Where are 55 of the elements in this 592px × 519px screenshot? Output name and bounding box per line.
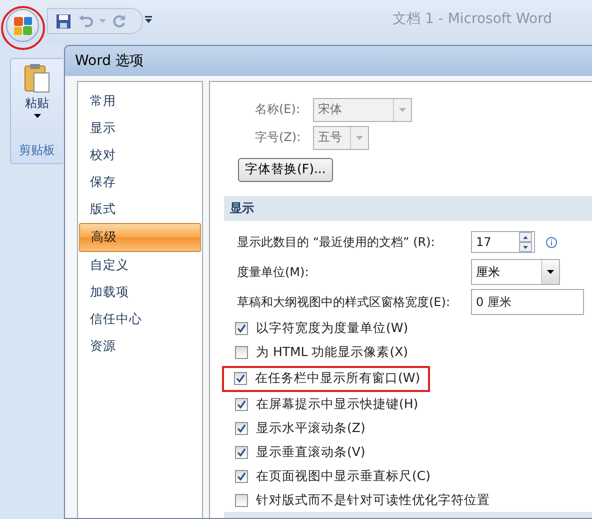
nav-item[interactable]: 加载项 — [78, 279, 202, 306]
window-title: 文档 1 - Microsoft Word — [392, 10, 553, 28]
checkbox-label: 在页面视图中显示垂直标尺(C) — [256, 468, 430, 485]
checkbox[interactable] — [235, 494, 248, 507]
customize-toolbar-button[interactable] — [143, 16, 154, 23]
office-button[interactable] — [6, 9, 39, 42]
width-field[interactable]: 0 厘米 — [471, 289, 584, 316]
save-icon — [56, 14, 71, 28]
field-label: 度量单位(M): — [237, 264, 310, 281]
nav-item[interactable]: 常用 — [78, 88, 202, 115]
caret-icon — [145, 16, 152, 23]
nav-item[interactable]: 显示 — [78, 115, 202, 142]
clipboard-icon — [24, 63, 50, 93]
nav-item[interactable]: 校对 — [78, 142, 202, 169]
save-button[interactable] — [54, 14, 73, 28]
font-substitution-button[interactable]: 字体替换(F)... — [238, 158, 333, 182]
nav-item[interactable]: 高级 — [79, 223, 201, 252]
checkbox[interactable] — [235, 398, 248, 412]
checkbox[interactable] — [235, 322, 248, 336]
nav-item[interactable]: 信任中心 — [78, 306, 202, 333]
unit-dropdown[interactable]: 厘米 — [471, 259, 560, 286]
field-label: 字号(Z): — [255, 129, 302, 146]
checkbox-label: 以字符宽度为度量单位(W) — [256, 320, 408, 338]
caret-icon — [99, 19, 106, 23]
undo-icon — [79, 14, 93, 28]
group-label: 剪贴板 — [19, 142, 55, 159]
nav-item[interactable]: 版式 — [78, 196, 202, 223]
caret-icon — [356, 136, 363, 140]
checkbox-label: 显示垂直滚动条(V) — [256, 444, 366, 461]
section-header: 显示 — [224, 196, 592, 222]
checkbox-label: 在任务栏中显示所有窗口(W) — [255, 370, 420, 388]
caret-icon — [34, 114, 40, 118]
field-label: 显示此数目的 “最近使用的文档” (R): — [237, 234, 436, 251]
spinner-icon[interactable] — [519, 232, 532, 252]
nav-item[interactable]: 保存 — [78, 169, 202, 196]
dialog-title: Word 选项 — [65, 46, 592, 76]
info-icon — [546, 236, 557, 248]
checkbox-label: 显示水平滚动条(Z) — [256, 420, 366, 437]
nav-item[interactable]: 自定义 — [78, 252, 202, 279]
caret-icon — [547, 270, 554, 274]
field-label: 名称(E): — [255, 101, 301, 118]
checkbox-label: 为 HTML 功能显示像素(X) — [256, 344, 408, 362]
checkbox[interactable] — [235, 446, 248, 459]
checkbox[interactable] — [234, 372, 247, 386]
caret-icon — [399, 108, 406, 112]
paste-button[interactable]: 粘贴 — [24, 59, 50, 118]
office-logo-icon — [12, 16, 32, 36]
field-label: 草稿和大纲视图中的样式区窗格宽度(E): — [237, 294, 451, 311]
checkbox[interactable] — [235, 422, 248, 435]
redo-icon — [112, 14, 126, 28]
nav-item[interactable]: 资源 — [78, 333, 202, 360]
checkbox-label: 在屏幕提示中显示快捷键(H) — [256, 396, 418, 414]
checkbox[interactable] — [235, 470, 248, 483]
checkbox-label: 针对版式而不是针对可读性优化字符位置 — [256, 492, 490, 509]
checkbox[interactable] — [235, 346, 248, 360]
